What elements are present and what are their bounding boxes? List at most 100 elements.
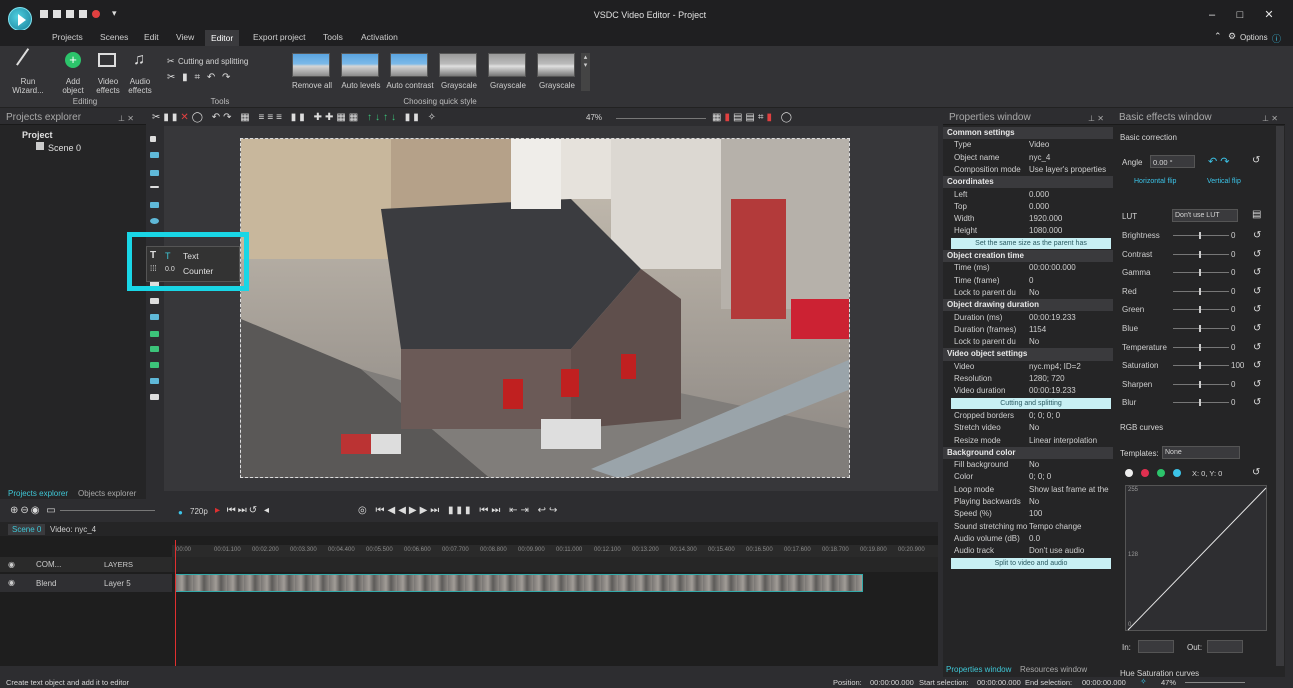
property-value[interactable]: 0; 0; 0; 0	[1029, 410, 1111, 422]
property-row[interactable]: Object name nyc_4	[943, 152, 1113, 164]
reset-icon[interactable]: ↺	[1253, 246, 1261, 264]
property-value[interactable]: Linear interpolation	[1029, 435, 1111, 447]
rectangle-icon[interactable]	[150, 152, 159, 158]
property-row[interactable]: Time (ms) 00:00:00.000	[943, 262, 1113, 274]
property-row[interactable]: Resolution 1280; 720	[943, 373, 1113, 385]
effect-slider[interactable]	[1173, 399, 1229, 407]
add-object-icon[interactable]: +	[65, 52, 81, 68]
move-icon[interactable]	[150, 394, 159, 400]
property-row[interactable]: Audio track Don't use audio	[943, 545, 1113, 557]
property-value[interactable]: No	[1029, 496, 1111, 508]
tab-projects-explorer[interactable]: Projects explorer	[8, 489, 68, 498]
lut-select[interactable]: Don't use LUT	[1172, 209, 1238, 222]
property-value[interactable]: nyc.mp4; ID=2	[1029, 361, 1111, 373]
video-clip-nyc[interactable]	[175, 574, 863, 592]
effect-value[interactable]: 0	[1231, 320, 1235, 338]
effect-value[interactable]: 0	[1231, 376, 1235, 394]
property-row[interactable]: Duration (frames) 1154	[943, 324, 1113, 336]
quick-style-label[interactable]: Auto levels	[337, 81, 385, 90]
vertical-flip-checkbox[interactable]: Vertical flip	[1207, 178, 1241, 185]
property-value[interactable]: Show last frame at the	[1029, 484, 1111, 496]
property-value[interactable]: 1080.000	[1029, 225, 1111, 237]
record-icon[interactable]	[92, 10, 100, 18]
vsdc-logo[interactable]	[8, 7, 32, 31]
property-value[interactable]: 0.0	[1029, 533, 1111, 545]
add-object-button[interactable]: Add object	[55, 77, 91, 95]
new-icon[interactable]	[40, 10, 48, 18]
section-creation-time[interactable]: Object creation time	[943, 250, 1113, 263]
effect-value[interactable]: 0	[1231, 394, 1235, 412]
ellipse-icon[interactable]	[150, 170, 159, 176]
property-row[interactable]: Video duration 00:00:19.233	[943, 385, 1113, 397]
run-wizard-button[interactable]: Run Wizard...	[8, 77, 48, 95]
audio-icon[interactable]	[150, 298, 159, 304]
blue-channel-dot[interactable]	[1173, 469, 1181, 477]
curve-in-input[interactable]	[1138, 640, 1174, 653]
shape-icon[interactable]	[150, 202, 159, 208]
effect-value[interactable]: 0	[1231, 301, 1235, 319]
tools-icons[interactable]: ✂ ▮ ⌗ ↶ ↷	[167, 72, 232, 83]
property-row[interactable]: Resize mode Linear interpolation	[943, 435, 1113, 447]
property-row[interactable]: Lock to parent du No	[943, 336, 1113, 348]
layout-icons[interactable]: ▦▮▤▤⌗▮ ◯	[712, 112, 795, 123]
reset-curve-icon[interactable]: ↺	[1252, 467, 1260, 478]
options-button[interactable]: Options	[1240, 33, 1268, 42]
property-row[interactable]: Stretch video No	[943, 422, 1113, 434]
property-value[interactable]: 00:00:19.233	[1029, 385, 1111, 397]
audio-effects-button[interactable]: Audio effects	[122, 77, 158, 95]
reset-icon[interactable]: ↺	[1253, 227, 1261, 245]
image-icon[interactable]	[150, 314, 159, 320]
property-row[interactable]: Time (frame) 0	[943, 275, 1113, 287]
close-button[interactable]: ✕	[1262, 9, 1276, 21]
tree-project[interactable]: Project	[22, 130, 53, 140]
quick-style-auto-levels-thumb[interactable]	[341, 53, 379, 77]
menu-activation[interactable]: Activation	[361, 32, 398, 42]
horizontal-flip-checkbox[interactable]: Horizontal flip	[1134, 178, 1176, 185]
property-row[interactable]: Left 0.000	[943, 189, 1113, 201]
menu-edit[interactable]: Edit	[144, 32, 159, 42]
property-value[interactable]: 100	[1029, 508, 1111, 520]
minimize-button[interactable]: –	[1205, 9, 1219, 21]
tab-objects-explorer[interactable]: Objects explorer	[78, 489, 136, 498]
section-coordinates[interactable]: Coordinates	[943, 176, 1113, 189]
effect-value[interactable]: 0	[1231, 339, 1235, 357]
quick-style-scroll[interactable]: ▴ ▾	[581, 53, 590, 91]
property-row[interactable]: Width 1920.000	[943, 213, 1113, 225]
timeline-zoom-slider[interactable]	[60, 510, 155, 511]
quick-style-grayscale-thumb-2[interactable]	[488, 53, 526, 77]
effect-slider[interactable]	[1173, 250, 1229, 258]
blend-select[interactable]: Blend	[36, 579, 56, 588]
layer-eye-icon[interactable]: ◉	[8, 578, 15, 587]
tab-scene[interactable]: Scene 0	[8, 524, 46, 535]
reset-icon[interactable]: ↺	[1253, 357, 1261, 375]
transport-icons[interactable]: ◎ ⏮◀◀▶▶⏭ ▮▮▮ ⏮⏭ ⇤⇥ ↩↪	[358, 505, 560, 516]
effect-slider[interactable]	[1173, 343, 1229, 351]
playhead[interactable]	[175, 540, 176, 666]
section-background-color[interactable]: Background color	[943, 446, 1113, 460]
tab-video[interactable]: Video: nyc_4	[50, 525, 96, 534]
rgb-curves-header[interactable]: RGB curves	[1120, 423, 1163, 432]
property-row[interactable]: Lock to parent du No	[943, 287, 1113, 299]
section-drawing-duration[interactable]: Object drawing duration	[943, 299, 1113, 312]
curve-out-input[interactable]	[1207, 640, 1243, 653]
effect-value[interactable]: 100	[1231, 357, 1244, 375]
templates-select[interactable]: None	[1162, 446, 1240, 459]
editor-toolbar-icons[interactable]: ✂▮▮✕◯ ↶↷ ▦ ≡≡≡ ▮▮ ✚✚▦▦ ↑↓↑↓ ▮▮ ✧	[152, 112, 439, 123]
quick-style-label[interactable]: Remove all	[288, 81, 336, 90]
property-row[interactable]: Speed (%) 100	[943, 508, 1113, 520]
preview-icon[interactable]: ●	[178, 508, 183, 517]
reset-icon[interactable]: ↺	[1253, 339, 1261, 357]
property-row[interactable]: Audio volume (dB) 0.0	[943, 533, 1113, 545]
menu-export-project[interactable]: Export project	[253, 32, 305, 42]
cutting-splitting-button[interactable]: Cutting and splitting	[178, 57, 248, 66]
cutting-splitting-prop-button[interactable]: Cutting and splitting	[951, 398, 1111, 410]
menu-view[interactable]: View	[176, 32, 194, 42]
menu-projects[interactable]: Projects	[52, 32, 83, 42]
effect-value[interactable]: 0	[1231, 264, 1235, 282]
same-size-button[interactable]: Set the same size as the parent has	[951, 238, 1111, 250]
com-track[interactable]	[172, 557, 938, 572]
property-row[interactable]: Playing backwards No	[943, 496, 1113, 508]
property-value[interactable]: 1280; 720	[1029, 373, 1111, 385]
zoom-slider[interactable]	[616, 118, 706, 119]
property-value[interactable]: 0; 0; 0	[1029, 471, 1111, 483]
